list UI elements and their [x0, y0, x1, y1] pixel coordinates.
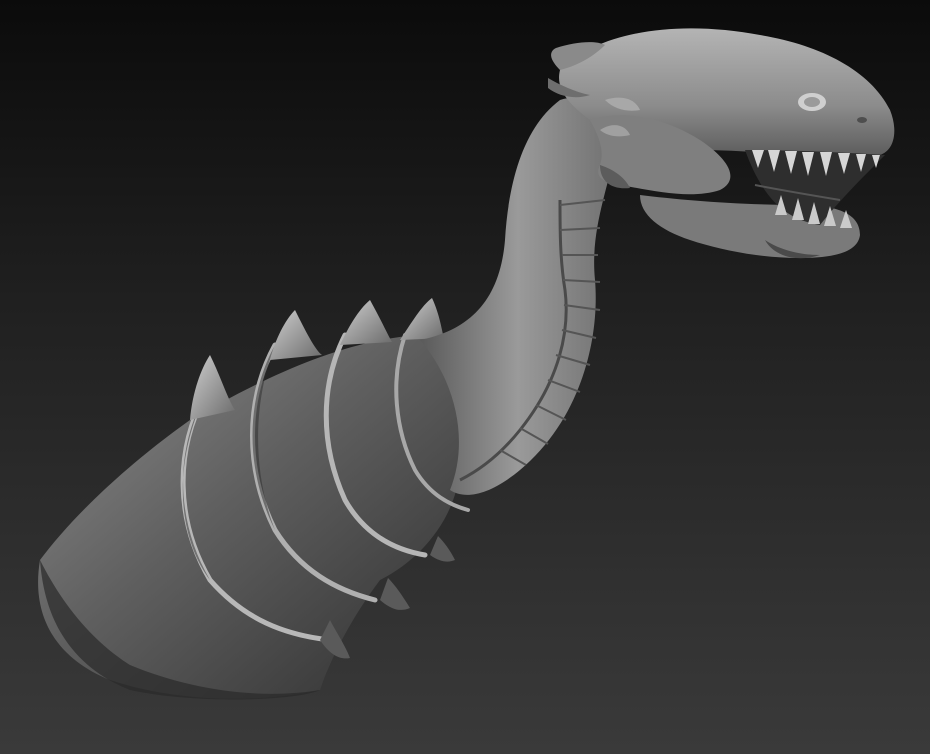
sculpt-viewport[interactable] — [0, 0, 930, 754]
armored-body — [38, 332, 470, 700]
creature-sculpt — [38, 28, 895, 700]
